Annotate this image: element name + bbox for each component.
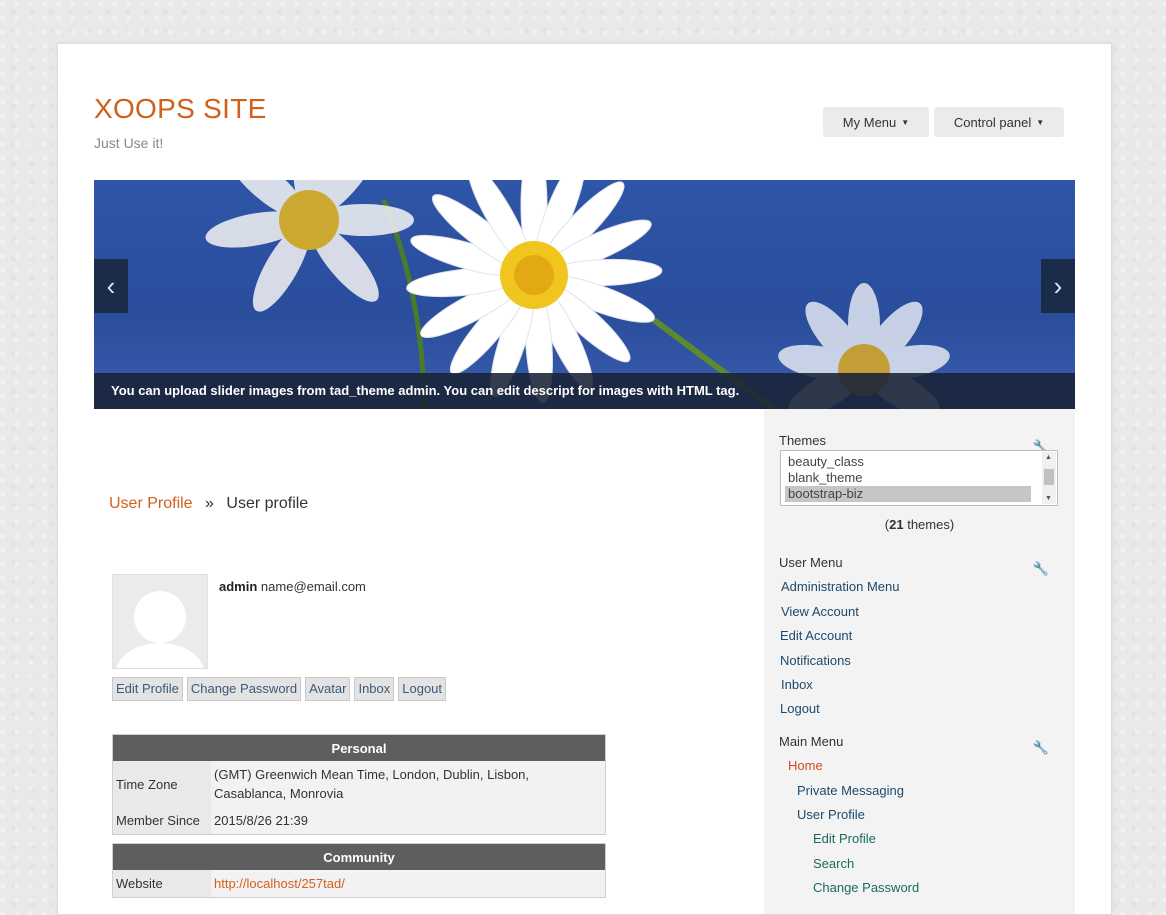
timezone-value: (GMT) Greenwich Mean Time, London, Dubli… [211, 761, 606, 807]
logout-button[interactable]: Logout [398, 677, 447, 701]
theme-select-list[interactable]: beauty_class blank_theme bootstrap-biz ▲… [780, 450, 1058, 506]
sidebar: Themes 🔧 beauty_class blank_theme bootst… [764, 409, 1075, 914]
themes-block-title: Themes [779, 433, 826, 448]
main-menu-home[interactable]: Home [788, 758, 823, 773]
slider-caption: You can upload slider images from tad_th… [94, 373, 1075, 409]
main-menu-user-profile[interactable]: User Profile [797, 807, 865, 822]
wrench-icon[interactable]: 🔧 [1033, 561, 1049, 577]
wrench-icon[interactable]: 🔧 [1033, 740, 1049, 756]
username: admin [219, 579, 258, 594]
page-container: XOOPS SITE Just Use it! My Menu ▼ Contro… [57, 43, 1112, 915]
theme-option[interactable]: beauty_class [781, 454, 1030, 470]
control-panel-button[interactable]: Control panel ▼ [934, 107, 1064, 137]
profile-actions: Edit Profile Change Password Avatar Inbo… [112, 677, 447, 701]
menu-item-inbox[interactable]: Inbox [781, 677, 813, 692]
caret-down-icon: ▼ [901, 117, 910, 127]
edit-profile-button[interactable]: Edit Profile [112, 677, 183, 701]
theme-option-selected[interactable]: bootstrap-biz [785, 486, 1031, 502]
slider-next-button[interactable]: › [1041, 259, 1075, 313]
personal-header: Personal [112, 734, 606, 761]
avatar-button[interactable]: Avatar [305, 677, 351, 701]
menu-item-view-account[interactable]: View Account [781, 604, 859, 619]
scroll-thumb[interactable] [1044, 469, 1054, 485]
community-header: Community [112, 843, 606, 870]
themes-count: (21 themes) [884, 517, 955, 532]
member-since-value: 2015/8/26 21:39 [211, 807, 606, 835]
menu-item-logout[interactable]: Logout [780, 701, 820, 716]
user-silhouette-icon [116, 591, 204, 668]
my-menu-button[interactable]: My Menu ▼ [823, 107, 929, 137]
table-row: Member Since 2015/8/26 21:39 [112, 807, 606, 835]
main-menu-change-password[interactable]: Change Password [813, 880, 919, 895]
chevron-left-icon: ‹ [106, 270, 116, 301]
table-row: Time Zone (GMT) Greenwich Mean Time, Lon… [112, 761, 606, 807]
main-menu-private-messaging[interactable]: Private Messaging [797, 783, 904, 798]
menu-item-edit-account[interactable]: Edit Account [780, 628, 852, 643]
change-password-button[interactable]: Change Password [186, 677, 302, 701]
themes-count-suffix: themes [907, 517, 950, 532]
timezone-label: Time Zone [112, 761, 211, 807]
website-label: Website [112, 870, 211, 898]
my-menu-label: My Menu [842, 114, 897, 130]
main-menu-edit-profile[interactable]: Edit Profile [813, 831, 876, 846]
site-title[interactable]: XOOPS SITE [94, 93, 267, 125]
table-row: Website http://localhost/257tad/ [112, 870, 606, 898]
theme-option[interactable]: blank_theme [781, 470, 1030, 486]
community-table: Community Website http://localhost/257ta… [112, 843, 606, 898]
breadcrumb: User Profile » User profile [109, 495, 308, 513]
personal-table: Personal Time Zone (GMT) Greenwich Mean … [112, 734, 606, 835]
main-menu-search[interactable]: Search [813, 856, 854, 871]
control-panel-label: Control panel [953, 114, 1032, 130]
user-email: name@email.com [260, 579, 366, 594]
image-slider[interactable]: ‹ › You can upload slider images from ta… [94, 180, 1075, 409]
chevron-right-icon: › [1053, 270, 1063, 301]
menu-item-notifications[interactable]: Notifications [780, 653, 851, 668]
breadcrumb-user-profile-link[interactable]: User Profile [109, 495, 193, 512]
scroll-up-icon[interactable]: ▲ [1045, 454, 1052, 461]
avatar [112, 574, 208, 669]
breadcrumb-current: User profile [226, 495, 309, 512]
menu-item-administration[interactable]: Administration Menu [781, 579, 900, 594]
scroll-down-icon[interactable]: ▼ [1045, 495, 1052, 502]
member-since-label: Member Since [112, 807, 211, 835]
user-menu-title: User Menu [779, 555, 843, 570]
caret-down-icon: ▼ [1036, 117, 1045, 127]
breadcrumb-separator: » [205, 495, 214, 512]
site-slogan: Just Use it! [94, 135, 164, 151]
scrollbar[interactable]: ▲ ▼ [1042, 452, 1056, 504]
themes-count-number: 21 [889, 517, 904, 532]
slider-prev-button[interactable]: ‹ [94, 259, 128, 313]
user-identity: admin name@email.com [219, 579, 366, 594]
main-menu-title: Main Menu [779, 734, 844, 749]
website-link[interactable]: http://localhost/257tad/ [211, 870, 606, 898]
inbox-button[interactable]: Inbox [354, 677, 395, 701]
